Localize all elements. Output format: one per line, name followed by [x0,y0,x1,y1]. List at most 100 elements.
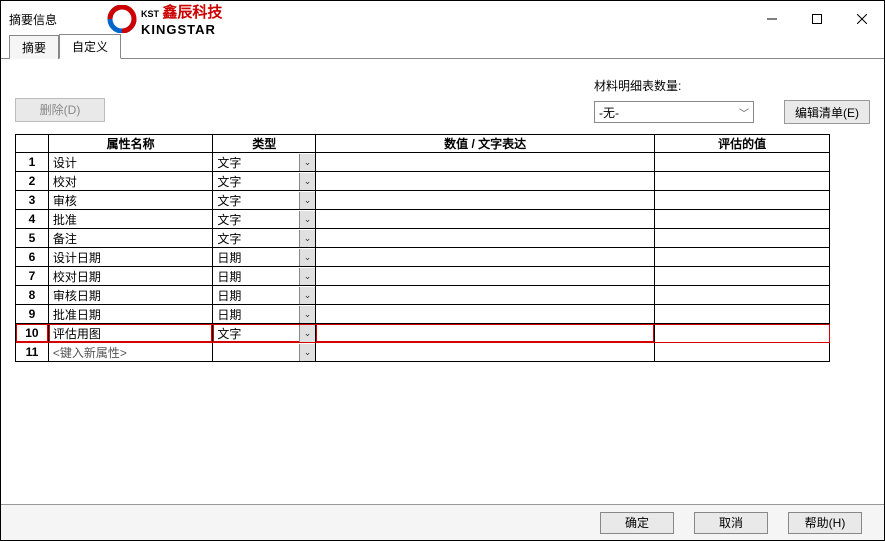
properties-table: 属性名称 类型 数值 / 文字表达 评估的值 1设计文字⌄2校对文字⌄3审核文字… [15,134,830,362]
cancel-button[interactable]: 取消 [694,512,768,534]
content-pane: 删除(D) 材料明细表数量: -无- ﹀ 编辑清单(E) 属性名称 类型 数值 … [1,59,884,504]
chevron-down-icon[interactable]: ⌄ [299,154,315,171]
column-eval: 评估的值 [655,135,830,153]
cell-name[interactable]: 备注 [48,229,212,248]
logo-small: KST [141,9,159,19]
chevron-down-icon[interactable]: ⌄ [299,325,315,342]
chevron-down-icon[interactable]: ⌄ [299,268,315,285]
cell-value[interactable] [316,324,655,343]
cell-eval [655,343,830,362]
logo-icon [107,5,137,33]
cell-name[interactable]: 审核日期 [48,286,212,305]
maximize-button[interactable] [794,4,839,34]
ok-button[interactable]: 确定 [600,512,674,534]
cell-eval [655,324,830,343]
row-number: 6 [16,248,49,267]
cell-value[interactable] [316,248,655,267]
cell-eval [655,210,830,229]
table-row[interactable]: 10评估用图文字⌄ [16,324,830,343]
cell-type[interactable]: 文字⌄ [213,191,316,210]
tab-custom[interactable]: 自定义 [59,34,121,59]
row-number: 9 [16,305,49,324]
cell-value[interactable] [316,229,655,248]
row-number: 2 [16,172,49,191]
cell-eval [655,305,830,324]
cell-eval [655,172,830,191]
cell-name[interactable]: 评估用图 [48,324,212,343]
cell-eval [655,191,830,210]
cell-name[interactable]: 批准 [48,210,212,229]
close-button[interactable] [839,4,884,34]
cell-name[interactable]: 设计日期 [48,248,212,267]
row-number: 11 [16,343,49,362]
logo-en: KINGSTAR [141,22,222,37]
cell-eval [655,267,830,286]
table-row[interactable]: 4批准文字⌄ [16,210,830,229]
window-controls [749,4,884,34]
cell-type[interactable]: 日期⌄ [213,248,316,267]
cell-value[interactable] [316,210,655,229]
delete-button[interactable]: 删除(D) [15,98,105,122]
cell-name[interactable]: 设计 [48,153,212,172]
cell-value[interactable] [316,172,655,191]
table-row[interactable]: 3审核文字⌄ [16,191,830,210]
cell-value[interactable] [316,286,655,305]
cell-value[interactable] [316,343,655,362]
bom-select-value: -无- [599,104,619,121]
chevron-down-icon[interactable]: ⌄ [299,192,315,209]
cell-name[interactable]: 审核 [48,191,212,210]
chevron-down-icon: ﹀ [739,105,749,120]
chevron-down-icon[interactable]: ⌄ [299,211,315,228]
row-number: 1 [16,153,49,172]
cell-name[interactable]: 批准日期 [48,305,212,324]
cell-type[interactable]: 日期⌄ [213,286,316,305]
tab-strip: 摘要 自定义 [1,37,884,59]
row-number: 10 [16,324,49,343]
table-row[interactable]: 5备注文字⌄ [16,229,830,248]
table-row[interactable]: 6设计日期日期⌄ [16,248,830,267]
cell-eval [655,229,830,248]
chevron-down-icon[interactable]: ⌄ [299,249,315,266]
column-type: 类型 [213,135,316,153]
cell-type[interactable]: 日期⌄ [213,267,316,286]
chevron-down-icon[interactable]: ⌄ [299,306,315,323]
table-row[interactable]: 1设计文字⌄ [16,153,830,172]
help-button[interactable]: 帮助(H) [788,512,862,534]
cell-type[interactable]: 文字⌄ [213,153,316,172]
cell-value[interactable] [316,267,655,286]
row-number: 5 [16,229,49,248]
table-row[interactable]: 7校对日期日期⌄ [16,267,830,286]
table-row[interactable]: 2校对文字⌄ [16,172,830,191]
tab-summary[interactable]: 摘要 [9,35,59,59]
cell-type[interactable]: 文字⌄ [213,229,316,248]
minimize-button[interactable] [749,4,794,34]
cell-name[interactable]: <键入新属性> [48,343,212,362]
cell-type[interactable]: 日期⌄ [213,305,316,324]
cell-eval [655,153,830,172]
table-row[interactable]: 8审核日期日期⌄ [16,286,830,305]
cell-value[interactable] [316,191,655,210]
table-row[interactable]: 9批准日期日期⌄ [16,305,830,324]
logo: KST 鑫辰科技 KINGSTAR [107,1,222,37]
cell-type[interactable]: 文字⌄ [213,172,316,191]
cell-name[interactable]: 校对日期 [48,267,212,286]
chevron-down-icon[interactable]: ⌄ [299,230,315,247]
cell-value[interactable] [316,153,655,172]
bom-label: 材料明细表数量: [594,77,681,94]
table-row[interactable]: 11<键入新属性> ⌄ [16,343,830,362]
chevron-down-icon[interactable]: ⌄ [299,173,315,190]
cell-type[interactable]: 文字⌄ [213,324,316,343]
cell-type[interactable]: 文字⌄ [213,210,316,229]
cell-eval [655,286,830,305]
chevron-down-icon[interactable]: ⌄ [299,287,315,304]
bom-select[interactable]: -无- ﹀ [594,101,754,123]
cell-value[interactable] [316,305,655,324]
row-number: 7 [16,267,49,286]
row-number: 3 [16,191,49,210]
column-value: 数值 / 文字表达 [316,135,655,153]
edit-list-button[interactable]: 编辑清单(E) [784,100,870,124]
chevron-down-icon[interactable]: ⌄ [299,344,315,361]
cell-name[interactable]: 校对 [48,172,212,191]
column-name: 属性名称 [48,135,212,153]
cell-type[interactable]: ⌄ [213,343,316,362]
